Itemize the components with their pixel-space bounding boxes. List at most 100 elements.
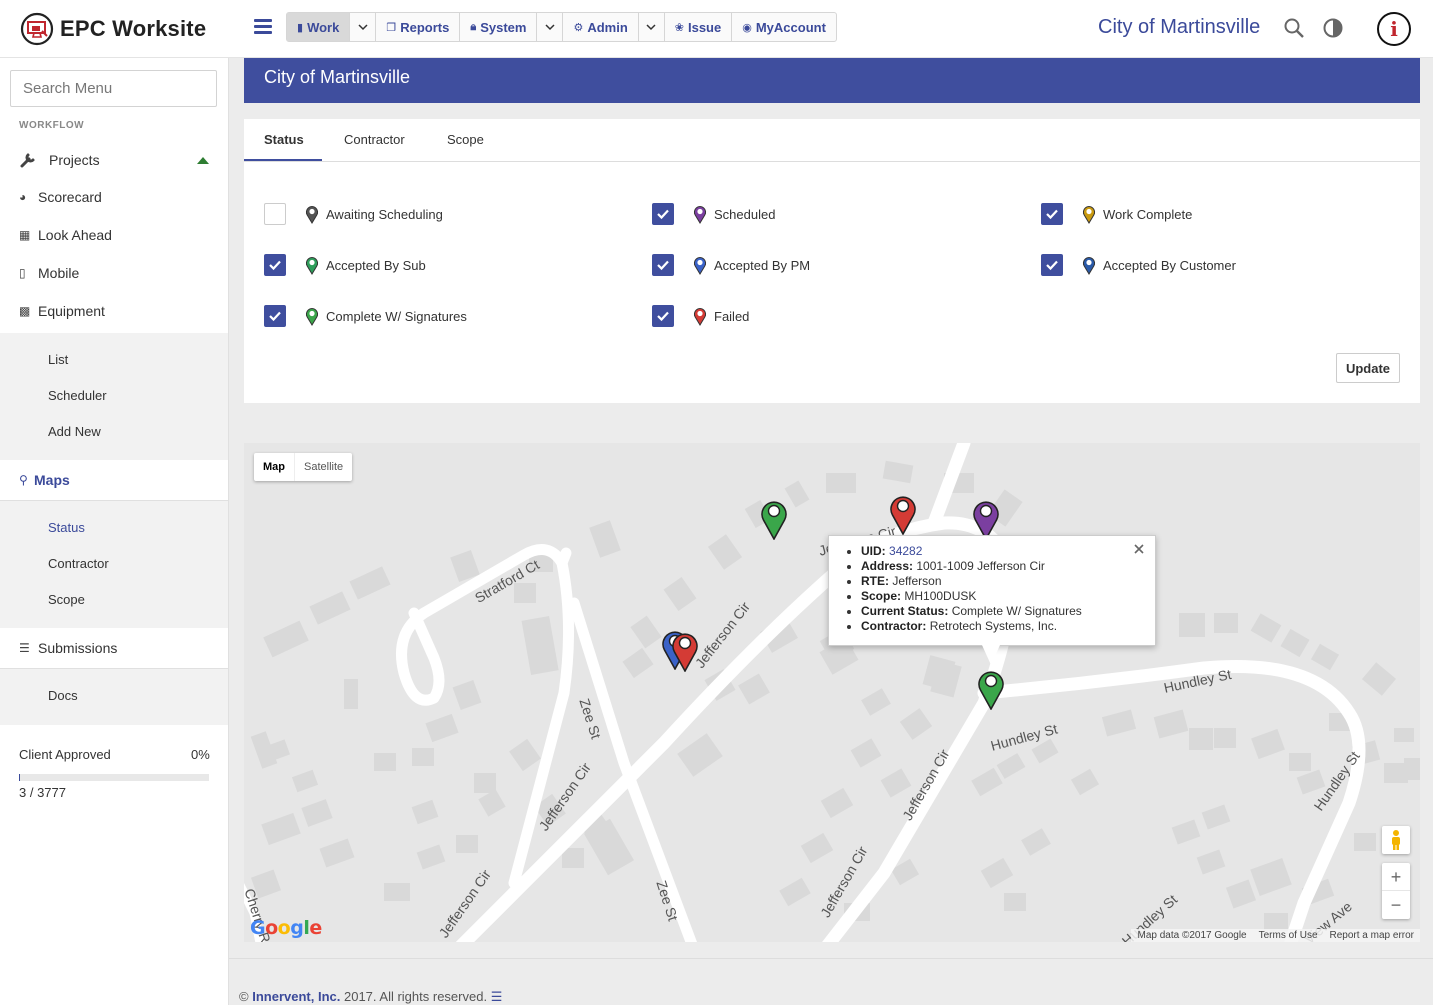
nav-myaccount[interactable]: ◉ MyAccount xyxy=(732,13,836,41)
sidebar-item-maps[interactable]: ⚲ Maps xyxy=(19,472,70,488)
info-status-value: Complete W/ Signatures xyxy=(951,604,1082,618)
checkbox-checked[interactable] xyxy=(264,254,286,276)
info-contractor-label: Contractor: xyxy=(861,619,927,633)
search-icon[interactable] xyxy=(1283,17,1305,39)
gears-icon: ⚙ xyxy=(573,21,584,34)
submenu-docs[interactable]: Docs xyxy=(48,688,78,703)
checkmark-icon xyxy=(269,260,281,271)
marker-info-window: UID: 34282 Address: 1001-1009 Jefferson … xyxy=(828,535,1156,646)
sidebar-item-label: Submissions xyxy=(38,640,118,656)
search-menu-input[interactable] xyxy=(10,70,217,107)
sidebar-item-projects[interactable]: Projects xyxy=(19,151,100,169)
sidebar-item-equipment[interactable]: ▩ Equipment xyxy=(19,303,105,319)
status-filter-accepted-by-pm[interactable]: Accepted By PM xyxy=(652,254,810,276)
tab-scope[interactable]: Scope xyxy=(447,132,484,147)
nav-system-dropdown[interactable] xyxy=(537,13,564,41)
sidebar-item-look-ahead[interactable]: ▦ Look Ahead xyxy=(19,227,112,243)
status-filter-failed[interactable]: Failed xyxy=(652,305,749,327)
info-uid-row: UID: 34282 xyxy=(861,544,1141,559)
company-link[interactable]: Innervent, Inc. xyxy=(252,989,340,1004)
terms-of-use-link[interactable]: Terms of Use xyxy=(1253,929,1324,942)
sidebar-item-label: Maps xyxy=(34,472,70,488)
status-filter-label: Complete W/ Signatures xyxy=(326,308,467,324)
list-icon[interactable]: ☰ xyxy=(491,989,503,1004)
zoom-out-button[interactable]: − xyxy=(1382,891,1410,919)
submenu-contractor[interactable]: Contractor xyxy=(48,556,109,571)
sidebar-item-mobile[interactable]: ▯ Mobile xyxy=(19,265,79,281)
info-icon[interactable]: i xyxy=(1377,12,1411,46)
marker-complete-selected-pin-icon[interactable] xyxy=(977,668,1005,710)
info-scope-label: Scope: xyxy=(861,589,902,603)
zoom-control: + − xyxy=(1382,863,1410,919)
checkbox-checked[interactable] xyxy=(652,203,674,225)
checkbox-checked[interactable] xyxy=(264,305,286,327)
tab-contractor[interactable]: Contractor xyxy=(344,132,405,147)
status-filter-scheduled[interactable]: Scheduled xyxy=(652,203,775,225)
checkbox-unchecked[interactable] xyxy=(264,203,286,225)
nav-admin-dropdown[interactable] xyxy=(639,13,665,41)
status-filter-complete-w-signatures[interactable]: Complete W/ Signatures xyxy=(264,305,467,327)
sidebar-item-scorecard[interactable]: ◕ Scorecard xyxy=(19,189,102,205)
status-filter-accepted-by-sub[interactable]: Accepted By Sub xyxy=(264,254,426,276)
info-address-row: Address: 1001-1009 Jefferson Cir xyxy=(861,559,1141,574)
report-map-error-link[interactable]: Report a map error xyxy=(1324,929,1420,942)
submenu-status[interactable]: Status xyxy=(48,520,85,535)
status-filter-label: Accepted By Sub xyxy=(326,257,426,273)
submenu-add-new[interactable]: Add New xyxy=(48,424,101,439)
info-address-value: 1001-1009 Jefferson Cir xyxy=(916,559,1045,573)
map-data-attribution: Map data ©2017 Google xyxy=(1137,930,1247,941)
street-view-pegman-icon[interactable] xyxy=(1382,826,1410,854)
checkbox-checked[interactable] xyxy=(1041,203,1063,225)
map-canvas[interactable] xyxy=(244,443,1420,942)
client-approved-count: 3 / 3777 xyxy=(19,785,66,800)
status-filter-accepted-by-customer[interactable]: Accepted By Customer xyxy=(1041,254,1236,276)
submenu-scope[interactable]: Scope xyxy=(48,592,85,607)
status-filter-label: Failed xyxy=(714,308,750,324)
marker-failed-pin-icon[interactable] xyxy=(671,630,699,672)
info-status-label: Current Status: xyxy=(861,604,949,618)
nav-reports[interactable]: ❐ Reports xyxy=(376,13,461,41)
bug-icon: ❀ xyxy=(674,21,684,34)
contrast-icon[interactable] xyxy=(1322,17,1344,39)
close-icon[interactable] xyxy=(1133,543,1145,555)
nav-work-dropdown[interactable] xyxy=(350,13,377,41)
submenu-scheduler[interactable]: Scheduler xyxy=(48,388,107,403)
map-type-satellite-button[interactable]: Satellite xyxy=(295,453,352,481)
brand[interactable]: EPC Worksite xyxy=(20,10,206,48)
submenu-list[interactable]: List xyxy=(48,352,68,367)
client-approved-label: Client Approved xyxy=(19,747,111,762)
zoom-in-button[interactable]: + xyxy=(1382,863,1410,891)
checkmark-icon xyxy=(657,260,669,271)
update-button[interactable]: Update xyxy=(1336,353,1400,383)
marker-scheduled-pin-icon[interactable] xyxy=(972,498,1000,540)
status-filter-work-complete[interactable]: Work Complete xyxy=(1041,203,1192,225)
pegman-figure xyxy=(1392,830,1400,850)
info-contractor-value: Retrotech Systems, Inc. xyxy=(929,619,1058,633)
brand-name: EPC Worksite xyxy=(60,16,207,41)
map-marker-icon xyxy=(693,307,707,326)
sidebar-item-submissions[interactable]: ☰ Submissions xyxy=(19,640,117,656)
marker-failed-pin-icon[interactable] xyxy=(889,493,917,535)
checkmark-icon xyxy=(657,209,669,220)
nav-admin[interactable]: ⚙ Admin xyxy=(563,13,639,41)
checkbox-checked[interactable] xyxy=(652,254,674,276)
map-type-map-button[interactable]: Map xyxy=(254,453,295,481)
menu-toggle-icon[interactable] xyxy=(254,19,272,37)
tab-status[interactable]: Status xyxy=(264,132,304,147)
nav-system-label: System xyxy=(480,19,527,35)
nav-issue[interactable]: ❀ Issue xyxy=(665,13,733,41)
nav-work[interactable]: ▮ Work xyxy=(287,13,351,41)
checkmark-icon xyxy=(1046,260,1058,271)
google-logo: Google xyxy=(250,917,322,939)
checkbox-checked[interactable] xyxy=(1041,254,1063,276)
client-approved-progress xyxy=(19,774,209,781)
marker-complete-pin-icon[interactable] xyxy=(760,498,788,540)
nav-system[interactable]: 🔒︎ System xyxy=(460,13,538,41)
collapse-caret-icon[interactable] xyxy=(197,157,209,164)
info-uid-link[interactable]: 34282 xyxy=(889,544,922,558)
lock-icon: 🔒︎ xyxy=(470,20,477,33)
status-filter-awaiting-scheduling[interactable]: Awaiting Scheduling xyxy=(264,203,443,225)
status-map[interactable]: Stratford Ct Jefferson Cir Zee St Jeffer… xyxy=(244,443,1420,942)
client-approved-percent: 0% xyxy=(191,747,210,762)
checkbox-checked[interactable] xyxy=(652,305,674,327)
